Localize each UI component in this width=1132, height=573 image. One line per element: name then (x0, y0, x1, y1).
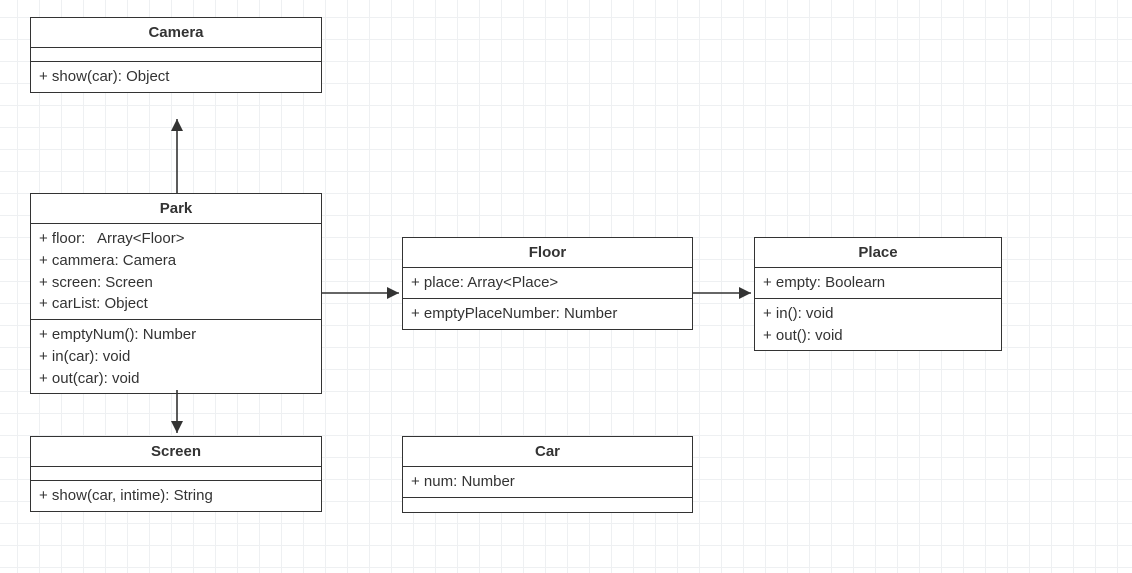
class-car-title: Car (403, 437, 692, 467)
class-screen-methods: + show(car, intime): String (31, 481, 321, 511)
class-place-methods: + in(): void + out(): void (755, 299, 1001, 351)
attribute: + empty: Boolearn (763, 272, 993, 294)
method: + out(): void (763, 325, 993, 347)
class-place: Place + empty: Boolearn + in(): void + o… (754, 237, 1002, 351)
method: + emptyPlaceNumber: Number (411, 303, 684, 325)
class-camera: Camera + show(car): Object (30, 17, 322, 93)
class-screen: Screen + show(car, intime): String (30, 436, 322, 512)
class-floor: Floor + place: Array<Place> + emptyPlace… (402, 237, 693, 330)
attribute: + floor: Array<Floor> (39, 228, 313, 250)
class-floor-methods: + emptyPlaceNumber: Number (403, 299, 692, 329)
method: + out(car): void (39, 368, 313, 390)
method: + show(car): Object (39, 66, 313, 88)
class-car-attributes: + num: Number (403, 467, 692, 498)
class-place-title: Place (755, 238, 1001, 268)
method: + in(): void (763, 303, 993, 325)
class-car-methods (403, 498, 692, 512)
class-park: Park + floor: Array<Floor> + cammera: Ca… (30, 193, 322, 394)
class-park-attributes: + floor: Array<Floor> + cammera: Camera … (31, 224, 321, 320)
attribute: + screen: Screen (39, 272, 313, 294)
class-park-title: Park (31, 194, 321, 224)
class-car: Car + num: Number (402, 436, 693, 513)
attribute: + place: Array<Place> (411, 272, 684, 294)
class-floor-title: Floor (403, 238, 692, 268)
class-screen-attributes (31, 467, 321, 481)
attribute: + carList: Object (39, 293, 313, 315)
class-floor-attributes: + place: Array<Place> (403, 268, 692, 299)
class-camera-attributes (31, 48, 321, 62)
class-place-attributes: + empty: Boolearn (755, 268, 1001, 299)
method: + in(car): void (39, 346, 313, 368)
method: + emptyNum(): Number (39, 324, 313, 346)
attribute: + num: Number (411, 471, 684, 493)
class-screen-title: Screen (31, 437, 321, 467)
class-park-methods: + emptyNum(): Number + in(car): void + o… (31, 320, 321, 393)
class-camera-methods: + show(car): Object (31, 62, 321, 92)
method: + show(car, intime): String (39, 485, 313, 507)
attribute: + cammera: Camera (39, 250, 313, 272)
class-camera-title: Camera (31, 18, 321, 48)
